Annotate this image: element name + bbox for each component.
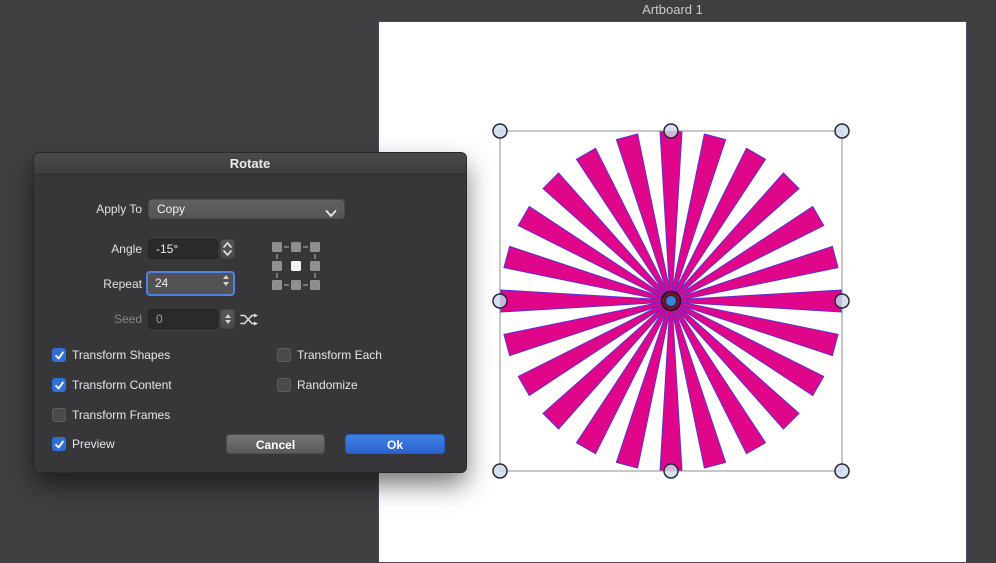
apply-to-value: Copy [157,202,185,216]
stepper-down-icon [225,320,231,324]
angle-input[interactable]: -15° [148,239,218,259]
checkbox-label: Transform Each [297,347,382,363]
seed-label: Seed [34,309,142,329]
anchor-dash [303,284,308,286]
anchor-cell[interactable] [272,280,282,290]
checkbox-box[interactable] [277,348,291,362]
anchor-point-selector[interactable] [272,242,320,290]
checkbox-label: Randomize [297,377,358,393]
checkbox-transform-content[interactable]: Transform Content [52,377,172,393]
dialog-title[interactable]: Rotate [34,153,466,175]
anchor-cell[interactable] [272,242,282,252]
anchor-dash [314,273,316,278]
angle-label: Angle [34,239,142,259]
checkbox-transform-frames[interactable]: Transform Frames [52,407,170,423]
checkbox-box[interactable] [52,408,66,422]
anchor-dash [314,254,316,259]
rotate-dialog: Rotate Apply To Copy Angle -15° Repeat 2… [34,153,466,472]
chevron-down-icon [223,250,232,256]
chevron-down-icon [325,205,337,223]
checkbox-preview[interactable]: Preview [52,436,115,452]
anchor-dash [284,246,289,248]
repeat-label: Repeat [34,274,142,294]
artboard-title: Artboard 1 [378,0,967,20]
repeat-value: 24 [155,274,168,293]
ok-button[interactable]: Ok [345,434,445,454]
checkbox-box[interactable] [52,378,66,392]
checkbox-box[interactable] [52,348,66,362]
cancel-button[interactable]: Cancel [226,434,325,454]
anchor-cell[interactable] [310,242,320,252]
chevron-up-icon [223,242,232,248]
checkbox-box[interactable] [277,378,291,392]
anchor-dash [276,254,278,259]
artboard[interactable] [378,21,967,563]
anchor-cell[interactable] [291,280,301,290]
checkbox-label: Transform Shapes [72,347,170,363]
anchor-cell[interactable] [291,261,301,271]
anchor-cell[interactable] [310,261,320,271]
checkbox-transform-shapes[interactable]: Transform Shapes [52,347,170,363]
apply-to-dropdown[interactable]: Copy [148,199,345,219]
stepper-up-icon [223,275,229,279]
anchor-cell[interactable] [310,280,320,290]
shuffle-icon[interactable] [240,313,258,329]
checkbox-label: Transform Content [72,377,172,393]
repeat-input[interactable]: 24 [146,271,235,296]
checkbox-transform-each[interactable]: Transform Each [277,347,382,363]
stepper-down-icon [223,282,229,286]
repeat-stepper[interactable] [223,275,229,286]
seed-stepper[interactable] [220,309,235,329]
angle-stepper[interactable] [220,239,235,259]
apply-to-label: Apply To [34,199,142,219]
seed-input[interactable]: 0 [148,309,218,329]
stepper-up-icon [225,314,231,318]
check-icon [54,350,65,361]
anchor-dash [276,273,278,278]
checkbox-label: Preview [72,436,115,452]
checkbox-box[interactable] [52,437,66,451]
anchor-cell[interactable] [291,242,301,252]
anchor-cell[interactable] [272,261,282,271]
check-icon [54,439,65,450]
checkbox-randomize[interactable]: Randomize [277,377,358,393]
check-icon [54,380,65,391]
anchor-dash [284,284,289,286]
anchor-dash [303,246,308,248]
checkbox-label: Transform Frames [72,407,170,423]
